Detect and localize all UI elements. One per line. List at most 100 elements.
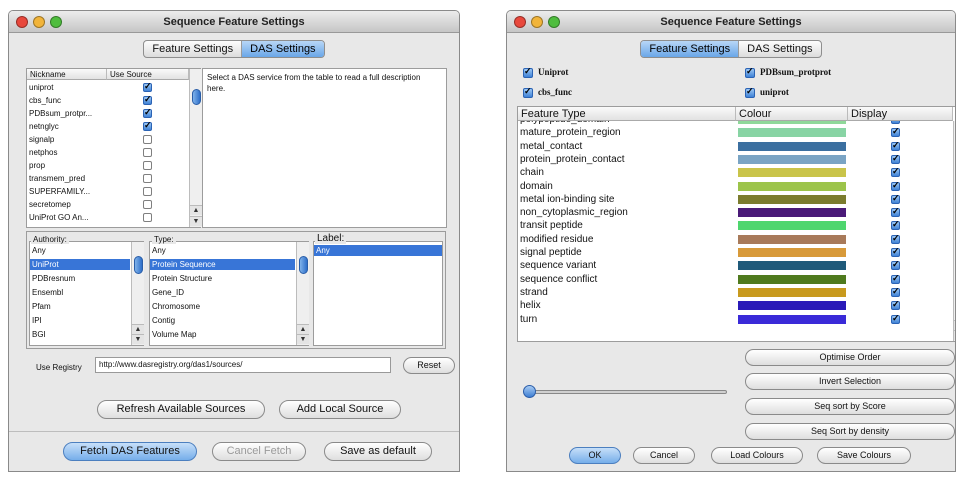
feature-colour-swatch[interactable] — [738, 121, 846, 124]
tab-feature-settings[interactable]: Feature Settings — [641, 41, 740, 57]
feature-colour-swatch[interactable] — [738, 128, 846, 138]
tab-das-settings[interactable]: DAS Settings — [739, 41, 820, 57]
display-checkbox[interactable] — [891, 121, 900, 124]
type-list-item[interactable]: Protein Sequence — [150, 259, 295, 270]
save-colours-button[interactable]: Save Colours — [817, 447, 911, 464]
scroll-down-arrow[interactable]: ▼ — [190, 216, 202, 226]
column-header-nickname[interactable]: Nickname — [27, 69, 107, 80]
display-checkbox[interactable] — [891, 233, 900, 244]
source-row-name[interactable]: netphos — [27, 147, 107, 158]
use-source-checkbox[interactable] — [143, 148, 152, 157]
feature-colour-swatch[interactable] — [738, 141, 846, 151]
source-row-name[interactable]: SUPERFAMILY... — [27, 186, 107, 197]
column-header-feature-type[interactable]: Feature Type — [518, 107, 736, 121]
feature-colour-swatch[interactable] — [738, 221, 846, 231]
feature-colour-swatch[interactable] — [738, 181, 846, 191]
feature-colour-swatch[interactable] — [738, 314, 846, 324]
source-row-name[interactable]: secretomep — [27, 199, 107, 210]
feature-colour-swatch[interactable] — [738, 234, 846, 244]
scrollbar-thumb[interactable] — [134, 256, 143, 274]
display-checkbox[interactable] — [891, 153, 900, 164]
display-checkbox[interactable] — [891, 126, 900, 138]
load-colours-button[interactable]: Load Colours — [711, 447, 803, 464]
use-source-checkbox[interactable] — [143, 200, 152, 209]
type-list-item[interactable]: Gene_ID — [150, 287, 295, 298]
refresh-sources-button[interactable]: Refresh Available Sources — [97, 400, 265, 419]
display-checkbox[interactable] — [891, 206, 900, 218]
display-checkbox[interactable] — [891, 193, 900, 204]
transparency-slider-thumb[interactable] — [523, 385, 536, 398]
invert-selection-button[interactable]: Invert Selection — [745, 373, 955, 390]
ok-button[interactable]: OK — [569, 447, 621, 464]
display-checkbox[interactable] — [891, 273, 900, 284]
display-checkbox[interactable] — [891, 313, 900, 324]
reset-button[interactable]: Reset — [403, 357, 455, 374]
use-source-checkbox[interactable] — [143, 174, 152, 183]
authority-list-item[interactable]: PDBresnum — [30, 273, 130, 284]
authority-scrollbar[interactable]: ▲ ▼ — [131, 242, 144, 345]
tab-feature-settings[interactable]: Feature Settings — [144, 41, 243, 57]
scroll-down-arrow[interactable]: ▼ — [297, 334, 309, 344]
type-list-item[interactable]: Volume Map — [150, 329, 295, 340]
source-row-name[interactable]: transmem_pred — [27, 173, 107, 184]
optimise-order-button[interactable]: Optimise Order — [745, 349, 955, 366]
column-header-use-source[interactable]: Use Source — [107, 69, 189, 80]
source-row-name[interactable]: netnglyc — [27, 121, 107, 132]
scroll-down-arrow[interactable]: ▼ — [954, 330, 955, 340]
feature-colour-swatch[interactable] — [738, 208, 846, 218]
seq-sort-by-density-button[interactable]: Seq Sort by density — [745, 423, 955, 440]
display-checkbox[interactable] — [891, 166, 900, 178]
feature-colour-swatch[interactable] — [738, 301, 846, 311]
cancel-button[interactable]: Cancel — [633, 447, 695, 464]
source-row-name[interactable]: PDBsum_protpr... — [27, 108, 107, 119]
scroll-down-arrow[interactable]: ▼ — [132, 334, 144, 344]
feature-colour-swatch[interactable] — [738, 261, 846, 271]
authority-list-item[interactable]: Any — [30, 245, 130, 256]
scrollbar-thumb[interactable] — [299, 256, 308, 274]
source-row-name[interactable]: cbs_func — [27, 95, 107, 106]
source-row-name[interactable]: uniprot — [27, 82, 107, 93]
use-source-checkbox[interactable] — [143, 135, 152, 144]
use-source-checkbox[interactable] — [143, 213, 152, 222]
feature-colour-swatch[interactable] — [738, 274, 846, 284]
feature-table-scrollbar[interactable]: ▲ ▼ — [953, 121, 955, 341]
cancel-fetch-button[interactable]: Cancel Fetch — [212, 442, 306, 461]
scroll-up-arrow[interactable]: ▲ — [297, 324, 309, 334]
scrollbar-thumb[interactable] — [192, 89, 201, 105]
tab-das-settings[interactable]: DAS Settings — [242, 41, 324, 57]
feature-colour-swatch[interactable] — [738, 287, 846, 297]
add-local-source-button[interactable]: Add Local Source — [279, 400, 401, 419]
use-source-checkbox[interactable] — [143, 81, 152, 92]
display-checkbox[interactable] — [891, 259, 900, 271]
display-checkbox[interactable] — [891, 180, 900, 191]
authority-list-item[interactable]: IPI — [30, 315, 130, 326]
type-list-item[interactable]: Chromosome — [150, 301, 295, 312]
source-row-name[interactable]: prop — [27, 160, 107, 171]
feature-colour-swatch[interactable] — [738, 194, 846, 204]
source-row-name[interactable]: signalp — [27, 134, 107, 145]
seq-sort-by-score-button[interactable]: Seq sort by Score — [745, 398, 955, 415]
feature-colour-swatch[interactable] — [738, 168, 846, 178]
display-checkbox[interactable] — [891, 140, 900, 151]
display-checkbox[interactable] — [891, 286, 900, 297]
use-source-checkbox[interactable] — [143, 161, 152, 170]
display-checkbox[interactable] — [891, 219, 900, 231]
column-header-colour[interactable]: Colour — [736, 107, 848, 121]
source-checkbox[interactable] — [523, 66, 533, 78]
scroll-up-arrow[interactable]: ▲ — [190, 205, 202, 215]
label_list-list-item[interactable]: Any — [314, 245, 442, 256]
column-header-display[interactable]: Display — [848, 107, 953, 121]
type-list-item[interactable]: Protein Structure — [150, 273, 295, 284]
source-checkbox[interactable] — [745, 86, 755, 98]
save-as-default-button[interactable]: Save as default — [324, 442, 432, 461]
authority-list-item[interactable]: Pfam — [30, 301, 130, 312]
feature-colour-swatch[interactable] — [738, 154, 846, 164]
type-scrollbar[interactable]: ▲ ▼ — [296, 242, 309, 345]
scroll-up-arrow[interactable]: ▲ — [954, 320, 955, 330]
use-source-checkbox[interactable] — [143, 94, 152, 105]
use-source-checkbox[interactable] — [143, 120, 152, 131]
source-checkbox[interactable] — [745, 66, 755, 78]
authority-list-item[interactable]: Ensembl — [30, 287, 130, 298]
use-source-checkbox[interactable] — [143, 107, 152, 118]
source-row-name[interactable]: UniProt GO An... — [27, 212, 107, 223]
